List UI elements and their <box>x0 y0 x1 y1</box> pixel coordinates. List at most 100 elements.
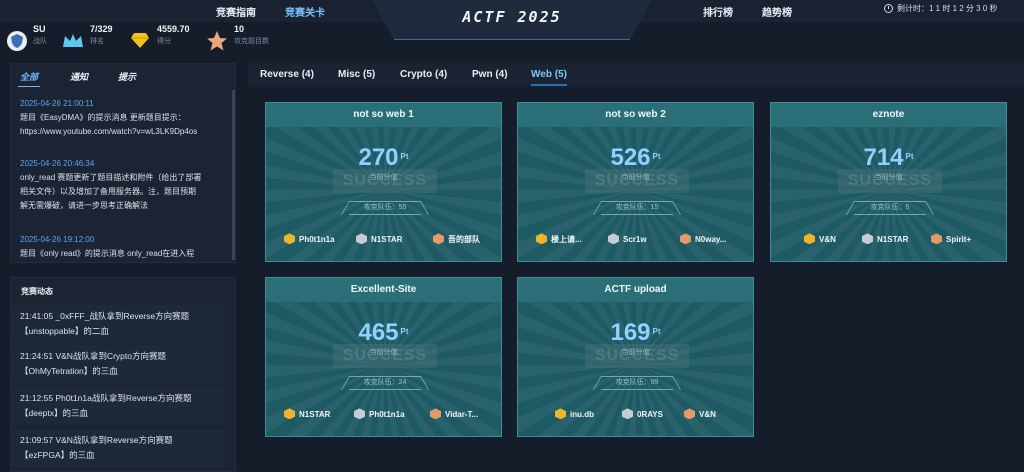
tab-pwn[interactable]: Pwn (4) <box>472 69 508 80</box>
dynamics-line: 21:09:57 V&N战队拿到Reverse方向赛题 <box>20 435 173 445</box>
notice-item: 2025-04-26 19:12:00 题目《only read》的提示消息 o… <box>20 233 228 261</box>
tab-reverse[interactable]: Reverse (4) <box>260 69 314 80</box>
current-score-label: 当前分值 <box>621 349 650 356</box>
gold-medal-icon <box>284 233 295 245</box>
challenge-score: 714 Pt <box>771 144 1006 172</box>
bronze-medal-icon <box>684 408 695 420</box>
score-number: 465 <box>358 319 399 346</box>
dynamics-line: 21:24:51 V&N战队拿到Crypto方向赛题 <box>20 351 166 361</box>
nav-trends[interactable]: 趋势榜 <box>762 4 792 19</box>
nav-challenges[interactable]: 竞赛关卡 <box>285 4 325 19</box>
tab-web[interactable]: Web (5) <box>531 69 567 86</box>
challenge-score: 465 Pt <box>266 319 501 347</box>
team-stats: SU 战队 7/329 排名 4559.70 得分 10 攻克题目数 <box>0 24 372 58</box>
tab-notice[interactable]: 通知 <box>70 70 88 83</box>
rank-stat: 7/329 排名 <box>90 24 113 46</box>
challenge-card[interactable]: Excellent-Site SUCCESS 465 Pt 当前分值 攻克队伍：2… <box>265 277 502 437</box>
score-stat: 4559.70 得分 <box>157 24 190 46</box>
challenge-card[interactable]: not so web 1 SUCCESS 270 Pt 当前分值 攻克队伍：55 … <box>265 102 502 262</box>
team-name: Ph0t1n1a <box>369 410 405 419</box>
score-unit: Pt <box>400 151 409 161</box>
gold-medal-icon <box>804 233 815 245</box>
team-stat: SU 战队 <box>33 24 47 46</box>
nav-leaderboard[interactable]: 排行榜 <box>703 4 733 19</box>
dynamics-line: 【OhMyTetration】的三血 <box>20 366 118 376</box>
diamond-icon <box>131 33 149 48</box>
dynamics-line: 21:41:05 _0xFFF_战队拿到Reverse方向赛题 <box>20 311 190 321</box>
solves-count: 攻克队伍：15 <box>601 201 673 215</box>
silver-medal-icon <box>622 408 633 420</box>
shield-icon <box>7 31 27 51</box>
tab-all[interactable]: 全部 <box>17 70 41 87</box>
notice-line: 解无需爆破，请进一步思考正确解法 <box>20 201 148 210</box>
first-blood: Ph0t1n1a <box>284 232 335 248</box>
dynamics-item: 21:24:51 V&N战队拿到Crypto方向赛题 【OhMyTetratio… <box>10 345 225 383</box>
bronze-medal-icon <box>430 408 441 420</box>
solves-count: 攻克队伍：55 <box>349 201 421 215</box>
tab-misc[interactable]: Misc (5) <box>338 69 375 80</box>
challenge-card[interactable]: not so web 2 SUCCESS 526 Pt 当前分值 攻克队伍：15 … <box>517 102 754 262</box>
notice-time: 2025-04-26 21:00:11 <box>20 99 94 108</box>
third-blood: V&N <box>684 407 716 423</box>
silver-medal-icon <box>862 233 873 245</box>
score-label: 得分 <box>157 38 171 45</box>
current-score-label: 当前分值 <box>621 174 650 181</box>
countdown-timer: 剩计时：1 1 时 1 2 分 3 0 秒 <box>884 3 997 14</box>
rank-label: 排名 <box>90 38 104 45</box>
third-blood: Vidar-T... <box>430 407 478 423</box>
challenge-card[interactable]: ACTF upload SUCCESS 169 Pt 当前分值 攻克队伍：99 i… <box>517 277 754 437</box>
dynamics-line: 【ezFPGA】的三血 <box>20 450 95 460</box>
team-name: N1STAR <box>877 235 909 244</box>
first-blood: inu.db <box>555 407 594 423</box>
score-unit: Pt <box>652 151 661 161</box>
team-name: SU <box>33 24 46 34</box>
challenge-name: eznote <box>771 103 1006 127</box>
team-name: Ph0t1n1a <box>299 235 335 244</box>
rank-value: 7/329 <box>90 24 113 34</box>
team-name: Spirit+ <box>946 235 972 244</box>
dynamics-item: 21:12:55 Ph0t1n1a战队拿到Reverse方向赛题 【deeptx… <box>10 387 225 425</box>
timer-label: 剩计时： <box>897 4 929 13</box>
second-blood: N1STAR <box>356 232 402 248</box>
nav-guide[interactable]: 竞赛指南 <box>216 4 256 19</box>
gold-medal-icon <box>284 408 295 420</box>
solves-count: 攻克队伍：99 <box>601 376 673 390</box>
team-name: inu.db <box>570 410 594 419</box>
blood-list: 楼上请... Scr1w N0way... <box>518 232 753 248</box>
notice-line: 相关文件）以及增加了备用服务器。注，题目预期 <box>20 187 196 196</box>
blood-list: N1STAR Ph0t1n1a Vidar-T... <box>266 407 501 423</box>
current-score-label: 当前分值 <box>874 174 903 181</box>
silver-medal-icon <box>354 408 365 420</box>
tab-crypto[interactable]: Crypto (4) <box>400 69 447 80</box>
star-icon <box>207 31 227 51</box>
second-blood: 0RAYS <box>622 407 663 423</box>
team-name: 楼上请... <box>551 235 582 244</box>
bronze-medal-icon <box>680 233 691 245</box>
challenge-name: Excellent-Site <box>266 278 501 302</box>
challenge-card[interactable]: eznote SUCCESS 714 Pt 当前分值 攻克队伍：5 V&N N1S… <box>770 102 1007 262</box>
challenge-score: 169 Pt <box>518 319 753 347</box>
dynamics-line: 【unstoppable】的二血 <box>20 326 109 336</box>
bronze-medal-icon <box>931 233 942 245</box>
score-number: 526 <box>610 144 651 171</box>
bronze-medal-icon <box>433 233 444 245</box>
tab-hint[interactable]: 提示 <box>118 70 136 83</box>
timer-value: 1 1 时 1 2 分 3 0 秒 <box>929 4 998 13</box>
challenge-name: ACTF upload <box>518 278 753 302</box>
first-blood: N1STAR <box>284 407 330 423</box>
team-name: 吾的部队 <box>448 235 480 244</box>
silver-medal-icon <box>608 233 619 245</box>
solved-value: 10 <box>234 24 245 34</box>
team-name: N0way... <box>695 235 727 244</box>
third-blood: Spirit+ <box>931 232 971 248</box>
challenge-name: not so web 1 <box>266 103 501 127</box>
notice-line: only_read 赛题更新了题目描述和附件（给出了部署 <box>20 173 202 182</box>
dynamics-line: 【deeptx】的三血 <box>20 408 89 418</box>
first-blood: V&N <box>804 232 836 248</box>
notice-scrollbar[interactable] <box>232 90 235 260</box>
current-score-label: 当前分值 <box>369 349 398 356</box>
solves-count: 攻克队伍：5 <box>854 201 926 215</box>
second-blood: Scr1w <box>608 232 647 248</box>
third-blood: N0way... <box>680 232 726 248</box>
team-name: V&N <box>819 235 836 244</box>
